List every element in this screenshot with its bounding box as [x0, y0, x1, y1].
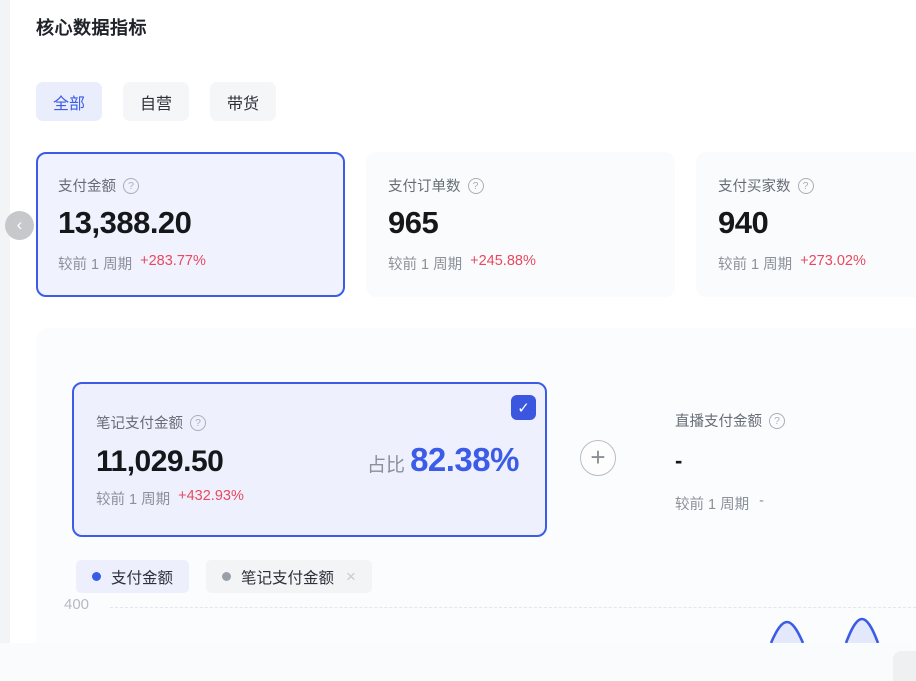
metric-delta-row: 较前 1 周期 +245.88%: [388, 253, 653, 274]
metric-label: 笔记支付金额: [96, 412, 183, 433]
scope-tabs: 全部 自营 带货: [36, 82, 276, 121]
metric-value: 940: [718, 205, 916, 241]
delta-value: +273.02%: [800, 253, 866, 274]
add-metric-button[interactable]: +: [580, 440, 616, 476]
help-icon[interactable]: ?: [769, 413, 785, 429]
checkbox-checked[interactable]: ✓: [511, 395, 536, 420]
metric-label: 支付买家数: [718, 175, 791, 196]
plus-icon: +: [590, 444, 605, 470]
page-bottom-band: [0, 643, 916, 681]
delta-value: +245.88%: [470, 253, 536, 274]
metric-label-row: 支付金额 ?: [58, 175, 323, 196]
compare-label: 较前 1 周期: [96, 488, 170, 509]
metric-value: 11,029.50: [96, 445, 223, 479]
checkmark-icon: ✓: [517, 399, 530, 417]
chevron-left-icon: ‹: [17, 216, 23, 233]
legend-dot: [222, 572, 231, 581]
metric-value: -: [675, 448, 916, 474]
close-icon[interactable]: ×: [346, 567, 356, 587]
metric-card-payment-amount[interactable]: 支付金额 ? 13,388.20 较前 1 周期 +283.77%: [36, 152, 345, 297]
legend-dot: [92, 572, 101, 581]
help-icon[interactable]: ?: [190, 415, 206, 431]
metric-value: 965: [388, 205, 653, 241]
legend-item-note-payment-amount[interactable]: 笔记支付金额 ×: [206, 560, 372, 593]
tab-all[interactable]: 全部: [36, 82, 102, 121]
compare-label: 较前 1 周期: [388, 253, 462, 274]
page-title: 核心数据指标: [36, 14, 147, 40]
delta-value: +283.77%: [140, 253, 206, 274]
breakdown-card-note-payment[interactable]: ✓ 笔记支付金额 ? 11,029.50 占比 82.38% 较前 1 周期 +…: [72, 382, 547, 537]
chart-legend: 支付金额 笔记支付金额 ×: [76, 560, 372, 593]
breakdown-card-live-payment[interactable]: 直播支付金额 ? - 较前 1 周期 -: [675, 410, 916, 514]
compare-label: 较前 1 周期: [718, 253, 792, 274]
legend-label: 笔记支付金额: [241, 566, 334, 588]
metric-label-row: 支付买家数 ?: [718, 175, 916, 196]
help-icon[interactable]: ?: [798, 178, 814, 194]
metric-delta-row: 较前 1 周期 +283.77%: [58, 253, 323, 274]
metric-label: 直播支付金额: [675, 410, 762, 431]
tab-affiliate[interactable]: 带货: [210, 82, 276, 121]
metric-card-buyer-count[interactable]: 支付买家数 ? 940 较前 1 周期 +273.02%: [696, 152, 916, 297]
page-left-gutter: [0, 0, 10, 681]
metric-value-row: 11,029.50 占比 82.38%: [96, 441, 521, 479]
metric-delta-row: 较前 1 周期 +273.02%: [718, 253, 916, 274]
carousel-left-button[interactable]: ‹: [5, 211, 34, 240]
legend-item-payment-amount[interactable]: 支付金额: [76, 560, 189, 593]
compare-label: 较前 1 周期: [58, 253, 132, 274]
delta-value: +432.93%: [178, 488, 244, 509]
help-icon[interactable]: ?: [468, 178, 484, 194]
metric-card-order-count[interactable]: 支付订单数 ? 965 较前 1 周期 +245.88%: [366, 152, 675, 297]
metric-label-row: 笔记支付金额 ?: [96, 412, 521, 433]
metric-label-row: 直播支付金额 ?: [675, 410, 916, 431]
metric-value: 13,388.20: [58, 205, 323, 241]
share-value: 82.38%: [410, 441, 519, 479]
delta-value: -: [759, 493, 764, 514]
help-icon[interactable]: ?: [123, 178, 139, 194]
metric-label: 支付金额: [58, 175, 116, 196]
legend-label: 支付金额: [111, 566, 173, 588]
metric-label: 支付订单数: [388, 175, 461, 196]
trend-chart: [36, 598, 916, 643]
share-label: 占比: [367, 450, 405, 477]
trend-panel: ✓ 笔记支付金额 ? 11,029.50 占比 82.38% 较前 1 周期 +…: [36, 328, 916, 643]
metric-delta-row: 较前 1 周期 +432.93%: [96, 488, 521, 509]
tab-self-operated[interactable]: 自营: [123, 82, 189, 121]
compare-label: 较前 1 周期: [675, 493, 749, 514]
floating-widget[interactable]: [893, 651, 916, 681]
share-group: 占比 82.38%: [367, 441, 521, 479]
metric-label-row: 支付订单数 ?: [388, 175, 653, 196]
metric-card-row: 支付金额 ? 13,388.20 较前 1 周期 +283.77% 支付订单数 …: [36, 152, 916, 297]
metric-delta-row: 较前 1 周期 -: [675, 493, 916, 514]
